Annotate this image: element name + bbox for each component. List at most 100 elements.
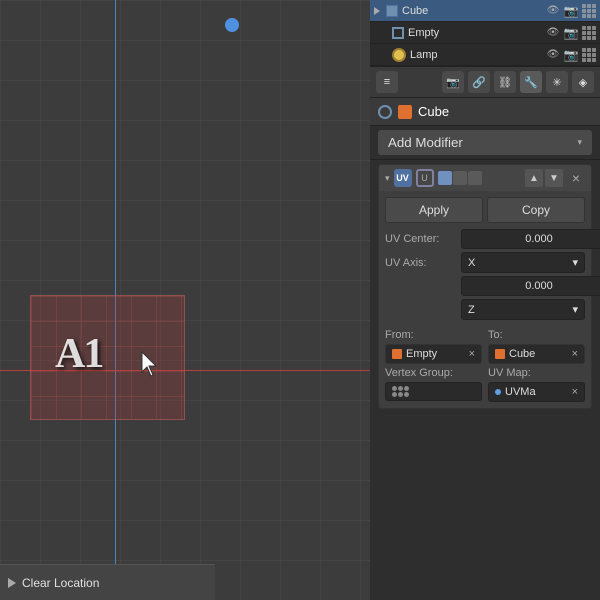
- add-modifier-label: Add Modifier: [388, 135, 463, 150]
- viewport[interactable]: A1 Clear Location: [0, 0, 370, 600]
- modifier-card: ▾ UV U ▲ ▼ × Apply Copy: [378, 164, 592, 409]
- uv-center-label: UV Center:: [385, 233, 455, 245]
- object-mesh-icon: [398, 105, 412, 119]
- uv-map-value: UVMa: [505, 386, 536, 398]
- uv-axis-z-dropdown[interactable]: Z ▾: [461, 299, 585, 320]
- eye-icon-lamp[interactable]: 👁: [546, 48, 560, 62]
- from-to-row: From: Empty × To: Cube ×: [379, 329, 591, 367]
- modifier-fields: UV Center: UV Axis: X ▾: [379, 229, 591, 329]
- camera-icon-empty[interactable]: 📷: [564, 26, 578, 40]
- camera-icon-lamp[interactable]: 📷: [564, 48, 578, 62]
- from-object-pill[interactable]: Empty ×: [385, 344, 482, 364]
- grid-icon-lamp: [582, 48, 596, 62]
- object-header: Cube: [370, 98, 600, 126]
- uv-map-field[interactable]: UVMa ×: [488, 382, 585, 402]
- add-modifier-row: Add Modifier ▾: [370, 126, 600, 160]
- a1-label: A1: [55, 330, 102, 378]
- prop-icon-constraints[interactable]: ⛓: [494, 71, 516, 93]
- prop-icon-particles[interactable]: ✳: [546, 71, 568, 93]
- uv-axis-z-row: Z ▾: [385, 299, 585, 320]
- uv-center-row: UV Center:: [385, 229, 585, 249]
- from-object-clear-icon[interactable]: ×: [469, 348, 475, 360]
- main-container: A1 Clear Location Cube 👁 📷: [0, 0, 600, 600]
- scene-item-cube[interactable]: Cube 👁 📷: [370, 0, 600, 22]
- uv-axis-x-value: X: [468, 257, 475, 269]
- operator-panel[interactable]: Clear Location: [0, 564, 215, 600]
- prop-icon-physics[interactable]: ◈: [572, 71, 594, 93]
- right-panel: Cube 👁 📷 Empty 👁 📷: [370, 0, 600, 600]
- uv-center-z-row: [385, 276, 585, 296]
- vertex-group-uv-map-row: Vertex Group: UV Map: UVMa ×: [379, 367, 591, 408]
- cube-icon: [386, 5, 398, 17]
- mouse-cursor: [140, 350, 164, 378]
- to-object-clear-icon[interactable]: ×: [572, 348, 578, 360]
- uv-axis-x-chevron: ▾: [572, 256, 578, 269]
- scene-item-lamp[interactable]: Lamp 👁 📷: [370, 44, 600, 66]
- operator-label: Clear Location: [22, 576, 99, 590]
- properties-toolbar: ≡ 📷 🔗 ⛓ 🔧 ✳ ◈: [370, 67, 600, 98]
- uv-axis-x-dropdown[interactable]: X ▾: [461, 252, 585, 273]
- mod-tab-1: [438, 171, 452, 185]
- uv-axis-z-value: Z: [468, 304, 475, 316]
- uv-map-label: UV Map:: [488, 367, 585, 379]
- from-column: From: Empty ×: [385, 329, 482, 364]
- modifier-header: ▾ UV U ▲ ▼ ×: [379, 165, 591, 191]
- object-link-icon: [378, 105, 392, 119]
- scene-item-label-lamp: Lamp: [410, 49, 542, 61]
- modifier-tabs-icon: [438, 171, 482, 185]
- grid-icon-empty: [582, 26, 596, 40]
- from-label: From:: [385, 329, 482, 341]
- mod-tab-2: [453, 171, 467, 185]
- modifier-uv-icon: UV: [394, 169, 412, 187]
- uv-map-col: UV Map: UVMa ×: [488, 367, 585, 402]
- uv-axis-row: UV Axis: X ▾: [385, 252, 585, 273]
- scene-item-label-empty: Empty: [408, 27, 542, 39]
- to-label: To:: [488, 329, 585, 341]
- uv-center-z-input[interactable]: [461, 276, 600, 296]
- cursor-dot: [225, 18, 239, 32]
- to-column: To: Cube ×: [488, 329, 585, 364]
- eye-icon-cube[interactable]: 👁: [546, 4, 560, 18]
- grid-icon-cube: [582, 4, 596, 18]
- panel-icon-scene[interactable]: ≡: [376, 71, 398, 93]
- scene-item-empty[interactable]: Empty 👁 📷: [370, 22, 600, 44]
- copy-button[interactable]: Copy: [487, 197, 585, 223]
- scene-list: Cube 👁 📷 Empty 👁 📷: [370, 0, 600, 67]
- prop-icon-modifiers[interactable]: 🔧: [520, 71, 542, 93]
- modifier-arrows: ▲ ▼: [525, 169, 563, 187]
- prop-icon-render[interactable]: 📷: [442, 71, 464, 93]
- modifier-expand-icon[interactable]: ▾: [385, 173, 390, 184]
- chevron-down-icon: ▾: [577, 137, 582, 148]
- uv-map-dot-icon: [495, 389, 501, 395]
- uv-axis-z-chevron: ▾: [572, 303, 578, 316]
- scene-item-label-cube: Cube: [402, 5, 542, 17]
- to-object-name: Cube: [509, 348, 535, 360]
- modifier-up-button[interactable]: ▲: [525, 169, 543, 187]
- from-object-icon: [392, 349, 402, 359]
- prop-icon-object[interactable]: 🔗: [468, 71, 490, 93]
- from-object-name: Empty: [406, 348, 437, 360]
- uv-map-clear-icon[interactable]: ×: [572, 386, 578, 398]
- mod-tab-3: [468, 171, 482, 185]
- vertex-group-field[interactable]: [385, 382, 482, 401]
- to-object-icon: [495, 349, 505, 359]
- modifier-u-icon: U: [416, 169, 434, 187]
- to-object-pill[interactable]: Cube ×: [488, 344, 585, 364]
- uv-center-x-input[interactable]: [461, 229, 600, 249]
- modifier-action-row: Apply Copy: [379, 191, 591, 229]
- vertex-group-dots-icon: [392, 386, 409, 397]
- expand-icon: [374, 7, 380, 15]
- camera-icon-cube[interactable]: 📷: [564, 4, 578, 18]
- eye-icon-empty[interactable]: 👁: [546, 26, 560, 40]
- vertex-group-label: Vertex Group:: [385, 367, 482, 379]
- operator-triangle-icon: [8, 578, 16, 588]
- object-name: Cube: [418, 104, 592, 119]
- lamp-icon: [392, 48, 406, 62]
- vertex-group-col: Vertex Group:: [385, 367, 482, 402]
- add-modifier-button[interactable]: Add Modifier ▾: [378, 130, 592, 155]
- modifier-down-button[interactable]: ▼: [545, 169, 563, 187]
- uv-axis-label: UV Axis:: [385, 257, 455, 269]
- empty-icon: [392, 27, 404, 39]
- apply-button[interactable]: Apply: [385, 197, 483, 223]
- modifier-close-button[interactable]: ×: [567, 169, 585, 187]
